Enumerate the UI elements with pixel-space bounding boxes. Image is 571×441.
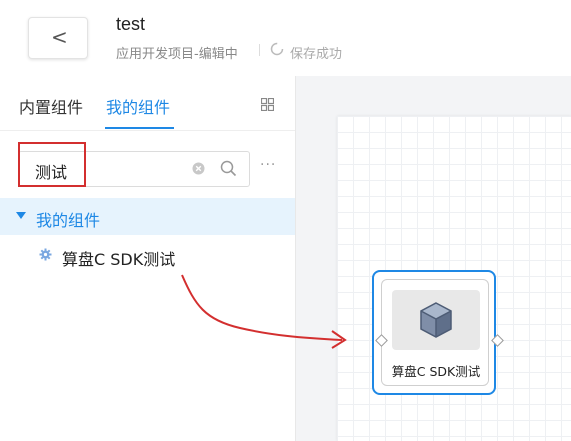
project-status: 应用开发项目-编辑中 (116, 47, 238, 62)
cube-icon (420, 302, 452, 338)
app-header: < test 应用开发项目-编辑中 保存成功 (0, 0, 571, 76)
search-icon[interactable] (220, 160, 237, 177)
gear-icon (39, 248, 52, 261)
grid-view-icon[interactable] (261, 98, 274, 111)
component-sidebar: 内置组件 我的组件 测试 ··· 我的组件 算盘C SDK测试 (0, 76, 296, 441)
save-status: 保存成功 (290, 47, 343, 62)
tab-my-components[interactable]: 我的组件 (106, 94, 170, 118)
tab-divider (0, 130, 295, 131)
page-title: test (116, 14, 146, 34)
annotation-highlight-box (18, 142, 86, 187)
node-label: 算盘C SDK测试 (391, 364, 481, 379)
tree-item-label[interactable]: 算盘C SDK测试 (62, 246, 175, 270)
header-divider (259, 44, 260, 56)
tab-builtin-components[interactable]: 内置组件 (19, 94, 83, 118)
node-body: 算盘C SDK测试 (375, 279, 504, 386)
clear-icon[interactable] (192, 162, 205, 175)
canvas-node[interactable]: 算盘C SDK测试 (372, 270, 504, 395)
chevron-left-icon: < (51, 25, 68, 49)
more-options-icon[interactable]: ··· (260, 157, 276, 173)
caret-down-icon (16, 212, 26, 219)
active-tab-indicator (105, 127, 174, 129)
tree-group-label: 我的组件 (36, 211, 101, 230)
loading-icon (270, 42, 284, 56)
back-button[interactable]: < (28, 17, 88, 59)
tree-group-my-components[interactable]: 我的组件 (0, 198, 295, 235)
input-port[interactable] (375, 334, 388, 347)
node-icon-box (392, 290, 480, 350)
